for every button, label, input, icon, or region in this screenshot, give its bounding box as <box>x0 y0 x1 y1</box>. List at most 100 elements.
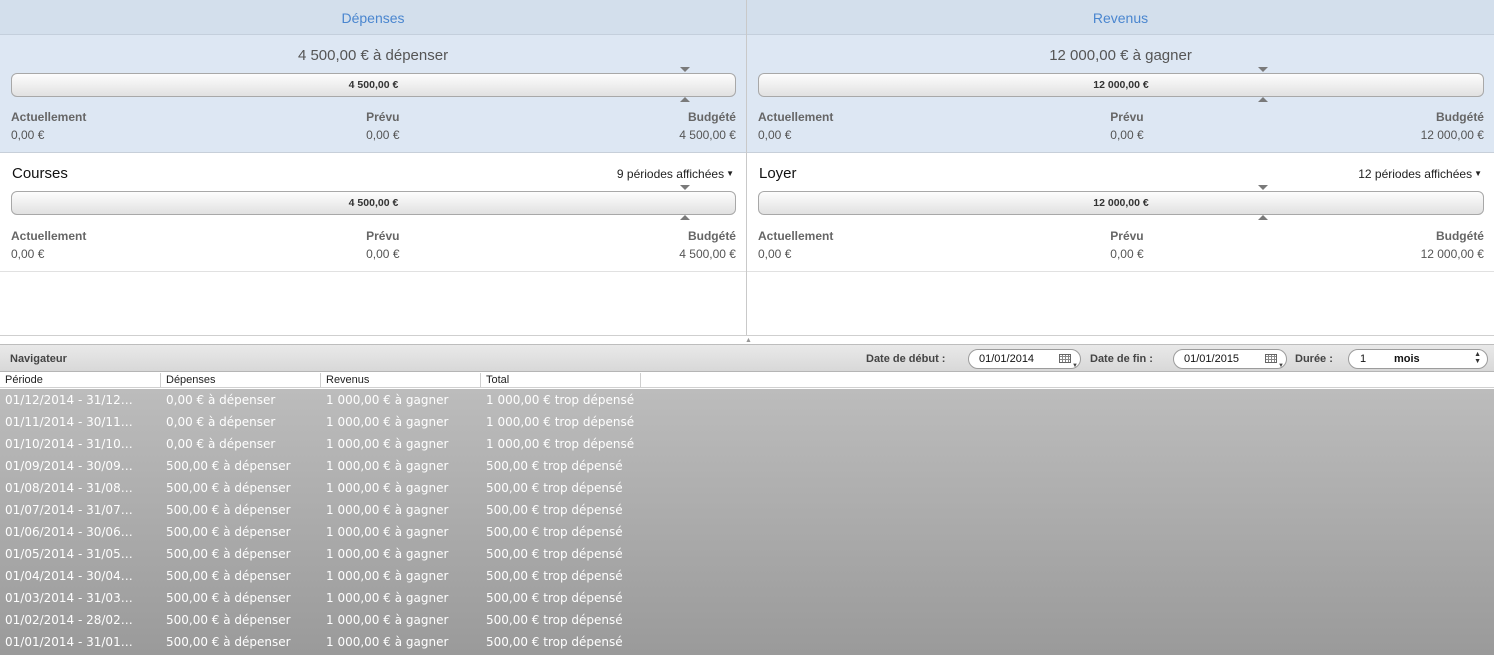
duration-unit: mois <box>1394 353 1420 365</box>
budget-marker-bottom-icon[interactable] <box>680 97 690 102</box>
budget-marker-top-icon[interactable] <box>1258 67 1268 72</box>
navigator-title: Navigateur <box>10 353 67 365</box>
duration-stepper[interactable]: 1 mois ▲ ▼ <box>1348 349 1488 369</box>
expenses-summary-title: 4 500,00 € à dépenser <box>297 47 449 64</box>
table-row[interactable]: 01/04/2014 - 30/04… 500,00 € à dépenser 1 … <box>0 565 1494 587</box>
cell-total: 500,00 € trop dépensé <box>486 613 623 627</box>
column-header-total[interactable]: Total <box>481 373 641 387</box>
cell-revenus: 1 000,00 € à gagner <box>326 635 449 649</box>
cell-periode: 01/12/2014 - 31/12… <box>5 393 133 407</box>
expenses-budget-bar[interactable]: 4 500,00 € <box>11 73 736 97</box>
category-stats: Actuellement 0,00 € Prévu 0,00 € Budgété… <box>11 229 736 261</box>
column-header-revenus[interactable]: Revenus <box>321 373 481 387</box>
cell-periode: 01/09/2014 - 30/09… <box>5 459 133 473</box>
cell-periode: 01/06/2014 - 30/06… <box>5 525 133 539</box>
end-date-value: 01/01/2015 <box>1184 353 1240 365</box>
table-row[interactable]: 01/02/2014 - 28/02… 500,00 € à dépenser 1 … <box>0 609 1494 631</box>
actuellement-label: Actuellement <box>758 229 834 243</box>
table-row[interactable]: 01/06/2014 - 30/06… 500,00 € à dépenser 1 … <box>0 521 1494 543</box>
split-resize-handle[interactable]: ▲ <box>745 337 752 344</box>
cell-total: 500,00 € trop dépensé <box>486 591 623 605</box>
table-row[interactable]: 01/10/2014 - 31/10… 0,00 € à dépenser 1 00… <box>0 433 1494 455</box>
cell-depenses: 500,00 € à dépenser <box>166 503 291 517</box>
category-courses[interactable]: Courses 9 périodes affichées ▼ 4 500,00 €… <box>0 153 746 272</box>
start-date-label: Date de début : <box>866 353 946 365</box>
table-row[interactable]: 01/03/2014 - 31/03… 500,00 € à dépenser 1 … <box>0 587 1494 609</box>
actuellement-value: 0,00 € <box>11 128 45 142</box>
cell-depenses: 0,00 € à dépenser <box>166 393 276 407</box>
budgete-value: 12 000,00 € <box>1420 128 1484 142</box>
category-budget-bar[interactable]: 4 500,00 € <box>11 191 736 215</box>
cell-periode: 01/03/2014 - 31/03… <box>5 591 133 605</box>
budget-marker-bottom-icon[interactable] <box>1258 97 1268 102</box>
budgete-label: Budgété <box>1435 229 1484 243</box>
actuellement-label: Actuellement <box>11 229 87 243</box>
cell-depenses: 0,00 € à dépenser <box>166 437 276 451</box>
table-row[interactable]: 01/12/2014 - 31/12… 0,00 € à dépenser 1 00… <box>0 389 1494 411</box>
cell-revenus: 1 000,00 € à gagner <box>326 525 449 539</box>
cell-revenus: 1 000,00 € à gagner <box>326 591 449 605</box>
actuellement-value: 0,00 € <box>11 247 45 261</box>
category-marker-top-icon[interactable] <box>680 185 690 190</box>
chevron-down-icon: ▼ <box>726 169 734 178</box>
start-date-field[interactable]: 01/01/2014 ▼ <box>968 349 1081 369</box>
budget-marker-top-icon[interactable] <box>680 67 690 72</box>
periods-dropdown[interactable]: 9 périodes affichées ▼ <box>617 167 734 181</box>
cell-depenses: 500,00 € à dépenser <box>166 635 291 649</box>
cell-revenus: 1 000,00 € à gagner <box>326 415 449 429</box>
table-row[interactable]: 01/01/2014 - 31/01… 500,00 € à dépenser 1 … <box>0 631 1494 653</box>
table-row[interactable]: 01/07/2014 - 31/07… 500,00 € à dépenser 1 … <box>0 499 1494 521</box>
prevu-value: 0,00 € <box>366 128 400 142</box>
budgete-label: Budgété <box>1435 110 1484 124</box>
prevu-label: Prévu <box>366 229 400 243</box>
actuellement-label: Actuellement <box>11 110 87 124</box>
duration-label: Durée : <box>1295 353 1333 365</box>
category-budget-bar[interactable]: 12 000,00 € <box>758 191 1484 215</box>
prevu-value: 0,00 € <box>366 247 400 261</box>
budget-overview: Dépenses 4 500,00 € à dépenser 4 500,00 … <box>0 0 1494 336</box>
calendar-icon[interactable] <box>1265 354 1277 363</box>
income-column: Revenus 12 000,00 € à gagner 12 000,00 €… <box>747 0 1494 335</box>
expenses-stats: Actuellement 0,00 € Prévu 0,00 € Budgété… <box>11 110 736 142</box>
cell-periode: 01/08/2014 - 31/08… <box>5 481 133 495</box>
start-date-value: 01/01/2014 <box>979 353 1035 365</box>
cell-total: 500,00 € trop dépensé <box>486 547 623 561</box>
cell-periode: 01/05/2014 - 31/05… <box>5 547 133 561</box>
stepper-arrows-icon[interactable]: ▲ ▼ <box>1474 351 1481 365</box>
cell-periode: 01/11/2014 - 30/11… <box>5 415 133 429</box>
category-loyer[interactable]: Loyer 12 périodes affichées ▼ 12 000,00 €… <box>747 153 1494 272</box>
income-stats: Actuellement 0,00 € Prévu 0,00 € Budgété… <box>758 110 1484 142</box>
cell-total: 500,00 € trop dépensé <box>486 503 623 517</box>
category-marker-bottom-icon[interactable] <box>1258 215 1268 220</box>
prevu-value: 0,00 € <box>1110 247 1144 261</box>
cell-revenus: 1 000,00 € à gagner <box>326 459 449 473</box>
column-header-periode[interactable]: Période <box>0 373 161 387</box>
cell-depenses: 500,00 € à dépenser <box>166 481 291 495</box>
cell-total: 1 000,00 € trop dépensé <box>486 415 635 429</box>
income-header: Revenus <box>747 0 1494 35</box>
category-marker-top-icon[interactable] <box>1258 185 1268 190</box>
cell-revenus: 1 000,00 € à gagner <box>326 393 449 407</box>
table-row[interactable]: 01/09/2014 - 30/09… 500,00 € à dépenser 1 … <box>0 455 1494 477</box>
cell-periode: 01/10/2014 - 31/10… <box>5 437 133 451</box>
end-date-field[interactable]: 01/01/2015 ▼ <box>1173 349 1287 369</box>
income-summary-title: 12 000,00 € à gagner <box>1049 47 1192 64</box>
calendar-icon[interactable] <box>1059 354 1071 363</box>
cell-total: 500,00 € trop dépensé <box>486 481 623 495</box>
table-row[interactable]: 01/11/2014 - 30/11… 0,00 € à dépenser 1 00… <box>0 411 1494 433</box>
expenses-summary: 4 500,00 € à dépenser 4 500,00 € Actuell… <box>0 35 746 153</box>
table-row[interactable]: 01/08/2014 - 31/08… 500,00 € à dépenser 1 … <box>0 477 1494 499</box>
cell-total: 1 000,00 € trop dépensé <box>486 393 635 407</box>
prevu-value: 0,00 € <box>1110 128 1144 142</box>
column-header-depenses[interactable]: Dépenses <box>161 373 321 387</box>
category-marker-bottom-icon[interactable] <box>680 215 690 220</box>
cell-total: 500,00 € trop dépensé <box>486 525 623 539</box>
cell-total: 500,00 € trop dépensé <box>486 635 623 649</box>
periods-dropdown[interactable]: 12 périodes affichées ▼ <box>1358 167 1482 181</box>
budgete-label: Budgété <box>687 229 736 243</box>
table-row[interactable]: 01/05/2014 - 31/05… 500,00 € à dépenser 1 … <box>0 543 1494 565</box>
prevu-label: Prévu <box>366 110 400 124</box>
income-budget-bar[interactable]: 12 000,00 € <box>758 73 1484 97</box>
cell-periode: 01/02/2014 - 28/02… <box>5 613 133 627</box>
cell-revenus: 1 000,00 € à gagner <box>326 569 449 583</box>
